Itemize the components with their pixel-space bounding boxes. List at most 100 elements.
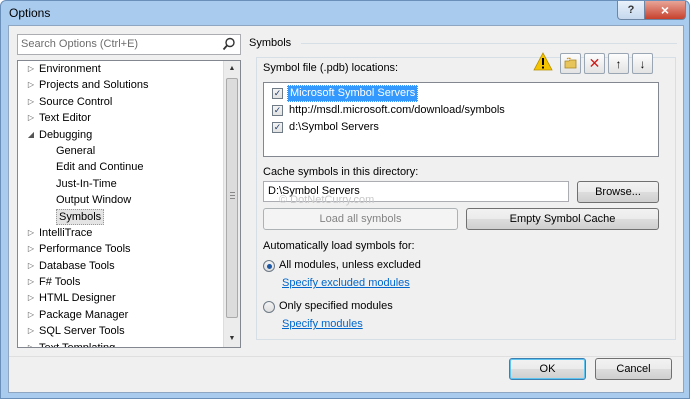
tree-item-sql-server-tools[interactable]: ▷ SQL Server Tools xyxy=(18,323,224,339)
cache-label: Cache symbols in this directory: xyxy=(263,166,419,178)
only-specified-modules-radio[interactable] xyxy=(263,301,275,313)
tree-item-package-manager[interactable]: ▷ Package Manager xyxy=(18,307,224,323)
options-tree-list: ▷ Environment ▷ Projects and Solutions ▷ Sour… xyxy=(18,61,224,348)
tree-item-projects-and-solutions[interactable]: ▷ Projects and Solutions xyxy=(18,77,224,93)
tree-item-label: Text Templating xyxy=(39,341,116,348)
all-modules-radio[interactable] xyxy=(263,260,275,272)
scroll-down-icon[interactable]: ▼ xyxy=(224,331,240,347)
move-down-button[interactable]: ↓ xyxy=(632,53,653,74)
auto-load-label: Automatically load symbols for: xyxy=(263,240,415,252)
tree-item-debugging[interactable]: ◢ Debugging xyxy=(18,127,224,143)
tree-item-label: Source Control xyxy=(39,95,113,108)
watermark: © DotNetCurry.com xyxy=(279,194,375,206)
tree-scrollbar[interactable]: ▲ ▼ xyxy=(223,61,240,347)
new-folder-icon xyxy=(564,57,576,69)
tree-item-text-templating[interactable]: ▷ Text Templating xyxy=(18,340,224,348)
help-button[interactable]: ? xyxy=(617,1,645,20)
tree-item-symbols[interactable]: Symbols xyxy=(18,208,224,225)
location-checkbox[interactable]: ✓ xyxy=(272,122,283,133)
delete-location-button[interactable]: ✕ xyxy=(584,53,605,74)
only-specified-modules-label[interactable]: Only specified modules xyxy=(279,300,393,312)
scroll-up-icon[interactable]: ▲ xyxy=(224,61,240,77)
expand-arrow-icon[interactable]: ▷ xyxy=(26,323,36,339)
tree-item-performance-tools[interactable]: ▷ Performance Tools xyxy=(18,241,224,257)
expand-arrow-icon[interactable]: ▷ xyxy=(26,340,36,347)
locations-label: Symbol file (.pdb) locations: xyxy=(263,62,399,74)
scroll-thumb[interactable] xyxy=(226,78,238,318)
tree-item-source-control[interactable]: ▷ Source Control xyxy=(18,94,224,110)
location-text: d:\Symbol Servers xyxy=(289,121,379,133)
tree-item-f-tools[interactable]: ▷ F# Tools xyxy=(18,274,224,290)
footer-divider xyxy=(9,356,683,357)
tree-item-label: Environment xyxy=(39,63,101,75)
expand-arrow-icon[interactable]: ▷ xyxy=(26,307,36,323)
tree-item-general[interactable]: General xyxy=(18,143,224,159)
collapse-arrow-icon[interactable]: ◢ xyxy=(26,127,36,143)
tree-item-label: Edit and Continue xyxy=(56,161,144,174)
delete-icon: ✕ xyxy=(588,55,601,71)
tree-item-label: Just-In-Time xyxy=(56,177,117,190)
all-modules-label[interactable]: All modules, unless excluded xyxy=(279,259,421,271)
expand-arrow-icon[interactable]: ▷ xyxy=(26,110,36,126)
location-checkbox[interactable]: ✓ xyxy=(272,88,283,99)
arrow-down-icon: ↓ xyxy=(639,56,646,71)
tree-item-label: IntelliTrace xyxy=(39,226,93,239)
specify-excluded-modules-link[interactable]: Specify excluded modules xyxy=(282,277,410,289)
browse-button[interactable]: Browse... xyxy=(577,181,659,203)
section-divider xyxy=(301,43,677,44)
new-folder-button[interactable] xyxy=(560,53,581,74)
tree-item-label: Performance Tools xyxy=(39,243,131,256)
expand-arrow-icon[interactable]: ▷ xyxy=(26,225,36,241)
section-title: Symbols xyxy=(249,37,292,49)
tree-item-label: Text Editor xyxy=(39,112,91,125)
location-checkbox[interactable]: ✓ xyxy=(272,105,283,116)
dialog-client-area: Search Options (Ctrl+E) ▷ Environment ▷ Pro… xyxy=(8,25,684,393)
tree-item-edit-and-continue[interactable]: Edit and Continue xyxy=(18,159,224,175)
ok-button[interactable]: OK xyxy=(509,358,586,380)
options-tree[interactable]: ▷ Environment ▷ Projects and Solutions ▷ Sour… xyxy=(17,60,241,348)
help-icon: ? xyxy=(627,4,635,16)
close-icon: × xyxy=(660,2,670,18)
specify-modules-link[interactable]: Specify modules xyxy=(282,318,363,330)
tree-item-label: Package Manager xyxy=(39,308,129,321)
tree-item-html-designer[interactable]: ▷ HTML Designer xyxy=(18,290,224,306)
tree-item-label: Symbols xyxy=(56,208,105,225)
tree-item-environment[interactable]: ▷ Environment xyxy=(18,61,224,77)
title-bar: Options ? × xyxy=(1,1,689,25)
warning-icon xyxy=(533,52,553,71)
close-button[interactable]: × xyxy=(644,1,686,20)
expand-arrow-icon[interactable]: ▷ xyxy=(26,77,36,93)
symbol-locations-list[interactable]: ✓ Microsoft Symbol Servers ✓ http://msdl… xyxy=(263,82,659,157)
move-up-button[interactable]: ↑ xyxy=(608,53,629,74)
tree-item-text-editor[interactable]: ▷ Text Editor xyxy=(18,110,224,126)
tree-item-intellitrace[interactable]: ▷ IntelliTrace xyxy=(18,225,224,241)
tree-item-label: Database Tools xyxy=(39,259,115,272)
options-window: Options ? × Search Options (Ctrl+E) ▷ Env… xyxy=(0,0,690,399)
tree-item-output-window[interactable]: Output Window xyxy=(18,192,224,208)
tree-item-label: SQL Server Tools xyxy=(39,325,125,338)
tree-item-label: F# Tools xyxy=(39,276,81,289)
load-all-symbols-button[interactable]: Load all symbols xyxy=(263,208,458,230)
tree-item-just-in-time[interactable]: Just-In-Time xyxy=(18,176,224,192)
location-text: Microsoft Symbol Servers xyxy=(287,85,419,102)
tree-item-label: HTML Designer xyxy=(39,292,116,305)
tree-item-label: General xyxy=(56,144,96,157)
scroll-grip-icon xyxy=(230,192,235,199)
expand-arrow-icon[interactable]: ▷ xyxy=(26,274,36,290)
expand-arrow-icon[interactable]: ▷ xyxy=(26,290,36,306)
tree-item-label: Debugging xyxy=(39,128,93,141)
expand-arrow-icon[interactable]: ▷ xyxy=(26,241,36,257)
tree-item-label: Projects and Solutions xyxy=(39,79,149,92)
location-text: http://msdl.microsoft.com/download/symbo… xyxy=(289,104,505,116)
cancel-button[interactable]: Cancel xyxy=(595,358,672,380)
search-options-box[interactable]: Search Options (Ctrl+E) xyxy=(17,34,241,55)
search-icon[interactable] xyxy=(222,37,236,51)
search-placeholder[interactable]: Search Options (Ctrl+E) xyxy=(21,38,138,50)
empty-symbol-cache-button[interactable]: Empty Symbol Cache xyxy=(466,208,659,230)
tree-item-database-tools[interactable]: ▷ Database Tools xyxy=(18,258,224,274)
arrow-up-icon: ↑ xyxy=(615,56,622,71)
tree-item-label: Output Window xyxy=(56,194,132,207)
expand-arrow-icon[interactable]: ▷ xyxy=(26,94,36,110)
expand-arrow-icon[interactable]: ▷ xyxy=(26,61,36,77)
expand-arrow-icon[interactable]: ▷ xyxy=(26,258,36,274)
